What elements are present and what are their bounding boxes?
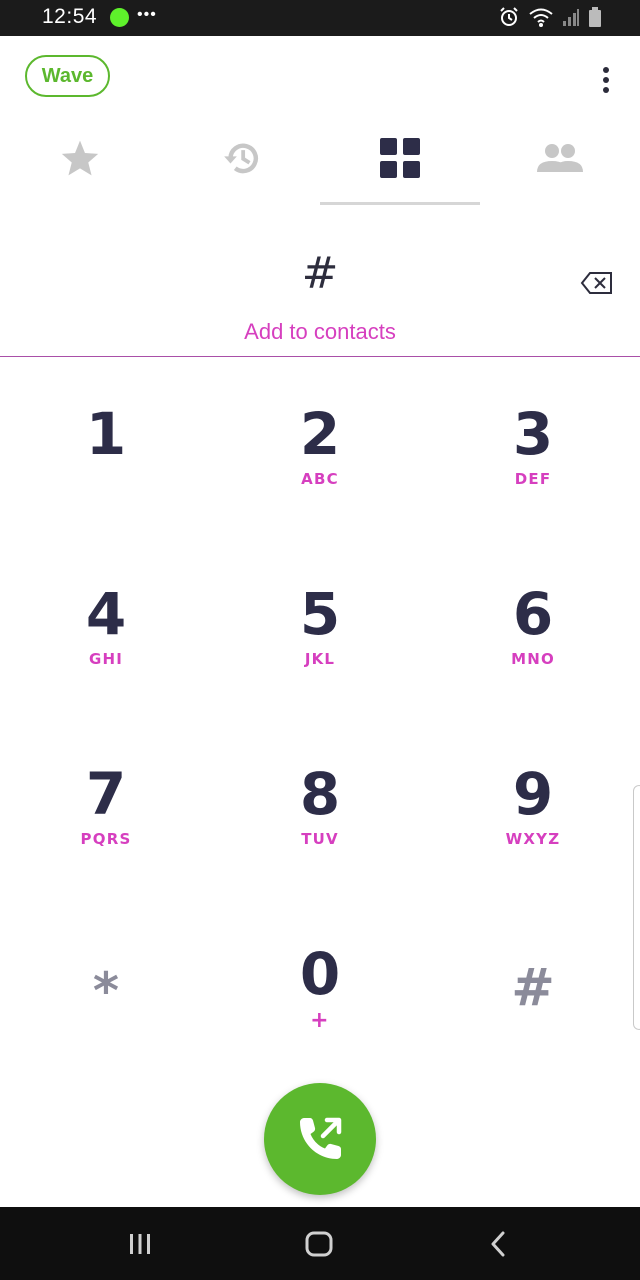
key-letters: MNO (511, 650, 555, 668)
key-7[interactable]: 7 PQRS (16, 760, 196, 910)
key-hash[interactable]: # (443, 940, 623, 1090)
phone-outgoing-icon (300, 1117, 342, 1159)
battery-icon (589, 7, 601, 27)
people-icon (537, 144, 583, 172)
key-5[interactable]: 5 JKL (230, 580, 410, 730)
key-2[interactable]: 2 ABC (230, 400, 410, 550)
key-digit: 8 (299, 760, 341, 828)
key-4[interactable]: 4 GHI (16, 580, 196, 730)
key-3[interactable]: 3 DEF (443, 400, 623, 550)
key-letters: ABC (301, 470, 339, 488)
key-digit: 2 (299, 400, 341, 468)
key-digit: 0 (299, 940, 341, 1008)
tab-favorites[interactable] (0, 125, 160, 191)
key-letters: PQRS (80, 830, 132, 848)
back-icon[interactable] (468, 1225, 528, 1263)
tab-recents[interactable] (160, 125, 320, 191)
key-digit: 1 (85, 400, 127, 468)
key-digit: 4 (85, 580, 127, 648)
key-digit: 9 (512, 760, 554, 828)
key-letters: TUV (301, 830, 339, 848)
key-0[interactable]: 0 + (230, 940, 410, 1090)
tab-keypad[interactable] (320, 125, 480, 191)
tab-contacts[interactable] (480, 125, 640, 191)
key-letters: GHI (88, 650, 124, 668)
key-digit: 3 (512, 400, 554, 468)
key-letters: JKL (304, 650, 336, 668)
green-dot-indicator-icon (110, 8, 129, 27)
key-star[interactable]: * (16, 940, 196, 1090)
divider (0, 356, 640, 357)
call-button[interactable] (264, 1083, 376, 1195)
key-digit: 7 (85, 760, 127, 828)
key-digit: * (92, 962, 120, 1020)
key-digit: # (511, 958, 555, 1018)
key-letters: WXYZ (505, 830, 561, 848)
more-vertical-icon[interactable] (590, 62, 622, 98)
add-to-contacts-link[interactable]: Add to contacts (120, 319, 520, 345)
status-icons (498, 6, 602, 28)
key-8[interactable]: 8 TUV (230, 760, 410, 910)
key-letters: DEF (514, 470, 552, 488)
key-letters: + (310, 1008, 330, 1033)
dialed-number: # (301, 248, 339, 299)
star-icon (61, 140, 99, 176)
alarm-icon (500, 7, 518, 26)
more-notifications-icon: ••• (137, 6, 157, 23)
edge-panel-handle[interactable] (633, 785, 640, 1030)
grid-icon (380, 138, 420, 178)
signal-icon (563, 9, 579, 26)
history-icon (224, 143, 258, 174)
recent-apps-icon[interactable] (110, 1225, 170, 1263)
status-bar: 12:54 ••• (0, 0, 640, 36)
key-6[interactable]: 6 MNO (443, 580, 623, 730)
key-digit: 5 (299, 580, 341, 648)
system-nav-bar (0, 1207, 640, 1280)
key-9[interactable]: 9 WXYZ (443, 760, 623, 910)
backspace-icon[interactable] (580, 271, 614, 295)
wave-app-badge[interactable]: Wave (25, 55, 110, 97)
wifi-icon (529, 8, 553, 27)
key-1[interactable]: 1 (16, 400, 196, 550)
tab-indicator (320, 202, 480, 205)
status-time: 12:54 (42, 5, 98, 28)
key-digit: 6 (512, 580, 554, 648)
home-icon[interactable] (289, 1225, 349, 1263)
